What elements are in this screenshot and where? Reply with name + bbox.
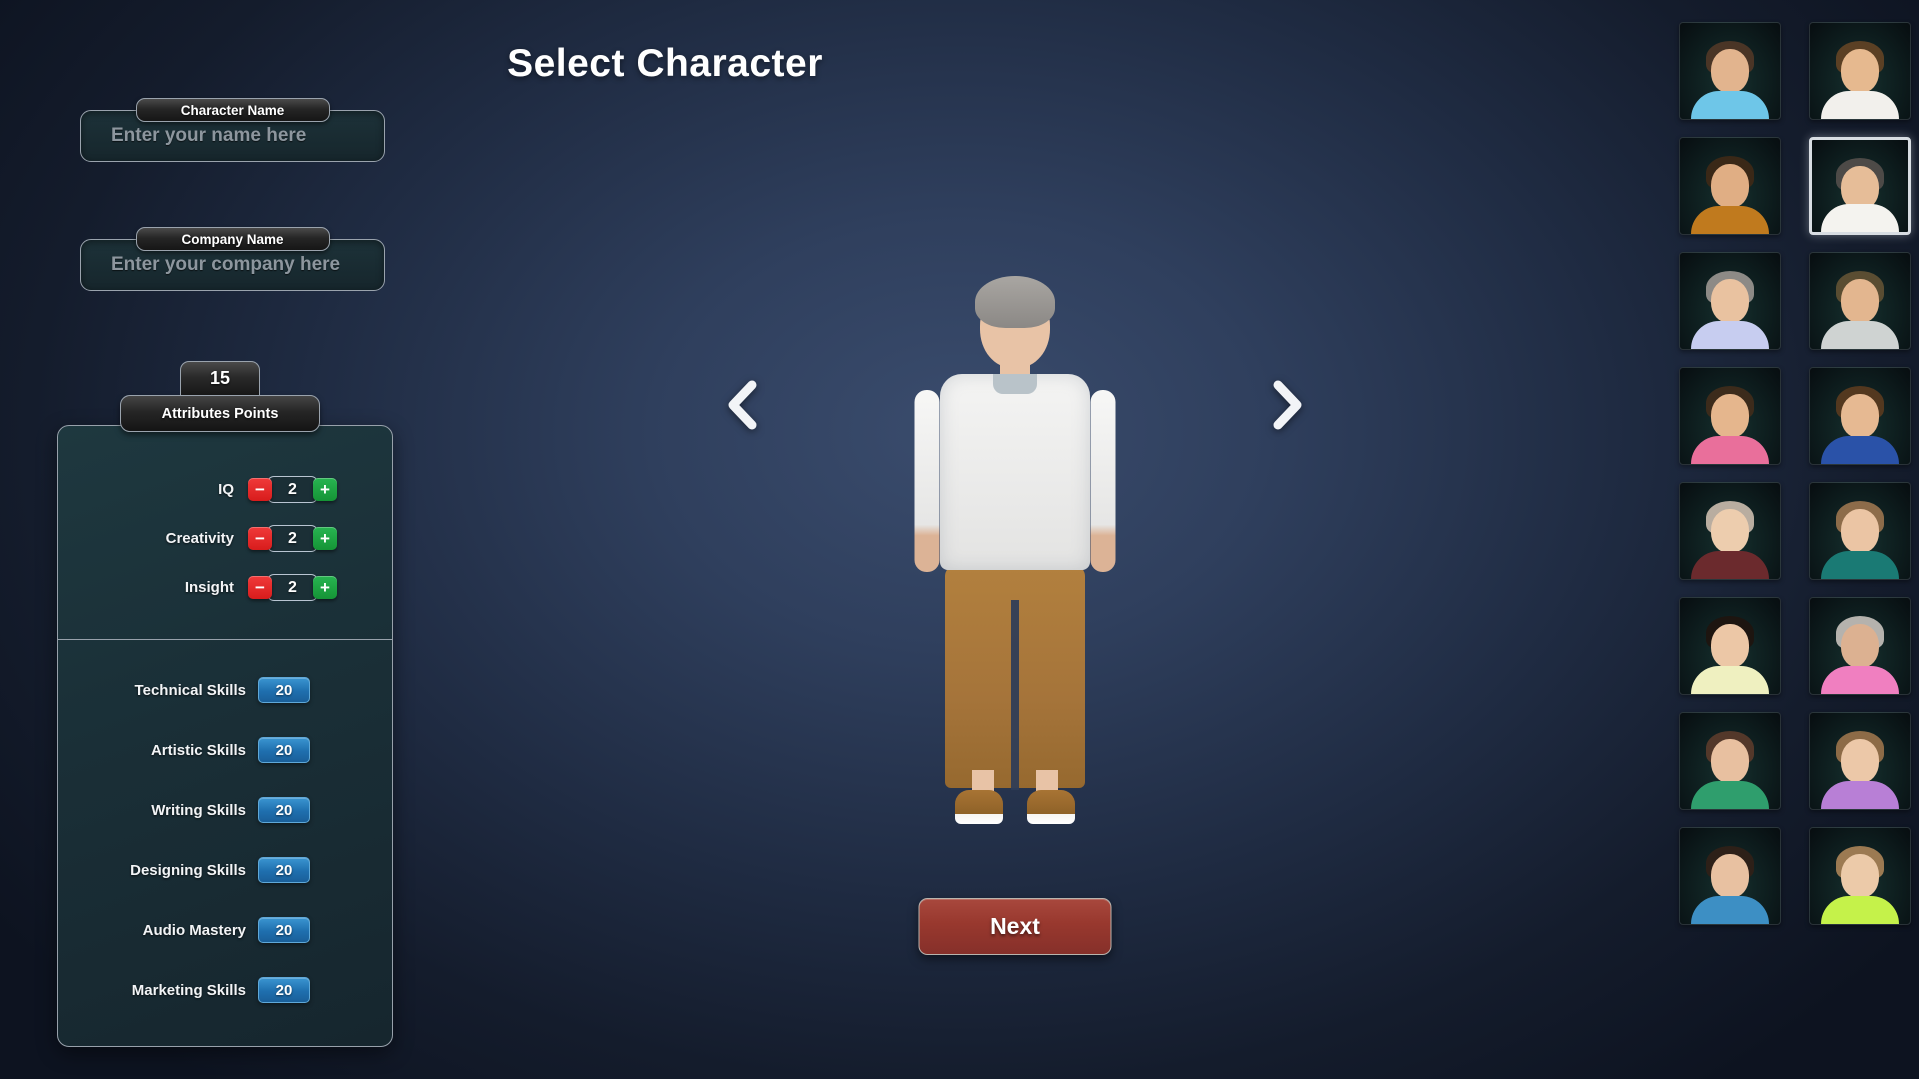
character-thumbnail[interactable] [1809, 22, 1911, 120]
character-thumbnail[interactable] [1679, 22, 1781, 120]
character-thumbnail[interactable] [1809, 252, 1911, 350]
skill-value-writing: 20 [258, 797, 310, 823]
attribute-row-creativity: Creativity − 2 + [58, 525, 392, 552]
skill-value-marketing: 20 [258, 977, 310, 1003]
character-name-label: Character Name [135, 98, 330, 122]
character-thumbnail[interactable] [1679, 482, 1781, 580]
character-preview-stage: Next [700, 0, 1330, 1079]
character-shirt [940, 374, 1090, 570]
character-arm-right [1090, 390, 1116, 572]
character-thumbnail[interactable] [1679, 597, 1781, 695]
plus-icon[interactable]: + [313, 478, 337, 501]
skill-row: Marketing Skills 20 [58, 960, 392, 1020]
attributes-points-label: Attributes Points [120, 395, 320, 432]
next-button[interactable]: Next [918, 898, 1112, 955]
character-arm-left [914, 390, 940, 572]
skills-section: Technical Skills 20 Artistic Skills 20 W… [58, 640, 392, 1020]
minus-icon[interactable]: − [248, 576, 272, 599]
minus-icon[interactable]: − [248, 527, 272, 550]
attribute-label-creativity: Creativity [165, 530, 234, 547]
stats-panel: IQ − 2 + Creativity − 2 + Insight − 2 + … [57, 425, 393, 1047]
skill-label-artistic: Artistic Skills [150, 741, 246, 759]
attribute-label-iq: IQ [218, 481, 234, 498]
attribute-stepper-iq: − 2 + [248, 476, 337, 503]
skill-label-designing: Designing Skills [130, 861, 246, 879]
character-thumbnail[interactable] [1809, 712, 1911, 810]
skill-value-designing: 20 [258, 857, 310, 883]
attributes-section: IQ − 2 + Creativity − 2 + Insight − 2 + [58, 426, 392, 640]
character-thumbnail[interactable] [1809, 367, 1911, 465]
skill-label-audio: Audio Mastery [142, 921, 246, 939]
character-name-field-group: Character Name Enter your name here [80, 98, 385, 162]
attributes-points-header: 15 Attributes Points [120, 361, 320, 432]
skill-row: Writing Skills 20 [58, 780, 392, 840]
character-model [700, 270, 1330, 860]
skill-value-artistic: 20 [258, 737, 310, 763]
character-thumbnail[interactable] [1679, 712, 1781, 810]
attributes-points-value: 15 [180, 361, 260, 395]
attribute-row-iq: IQ − 2 + [58, 476, 392, 503]
skill-row: Designing Skills 20 [58, 840, 392, 900]
character-leg-gap [1011, 600, 1019, 790]
company-name-label: Company Name [135, 227, 330, 251]
skill-label-technical: Technical Skills [134, 681, 246, 699]
minus-icon[interactable]: − [248, 478, 272, 501]
skill-label-writing: Writing Skills [151, 801, 246, 819]
skill-label-marketing: Marketing Skills [131, 981, 246, 999]
plus-icon[interactable]: + [313, 576, 337, 599]
skill-value-audio: 20 [258, 917, 310, 943]
character-config-panel: Character Name Enter your name here Comp… [0, 0, 400, 1079]
skill-row: Audio Mastery 20 [58, 900, 392, 960]
company-name-field-group: Company Name Enter your company here [80, 227, 385, 291]
skill-row: Technical Skills 20 [58, 660, 392, 720]
attribute-value-insight[interactable]: 2 [267, 574, 318, 601]
character-thumbnail[interactable] [1679, 252, 1781, 350]
character-thumbnail[interactable] [1809, 827, 1911, 925]
character-collar [993, 374, 1037, 394]
character-thumbnail[interactable] [1809, 137, 1911, 235]
attribute-row-insight: Insight − 2 + [58, 574, 392, 601]
attribute-value-creativity[interactable]: 2 [267, 525, 318, 552]
attribute-label-insight: Insight [184, 579, 234, 596]
character-thumbnail-grid [1679, 22, 1911, 925]
company-name-placeholder: Enter your company here [111, 254, 341, 275]
character-thumbnail[interactable] [1679, 827, 1781, 925]
attribute-stepper-insight: − 2 + [248, 574, 337, 601]
plus-icon[interactable]: + [313, 527, 337, 550]
skill-value-technical: 20 [258, 677, 310, 703]
character-shoe-left [955, 790, 1003, 824]
attribute-stepper-creativity: − 2 + [248, 525, 337, 552]
character-thumbnail[interactable] [1679, 367, 1781, 465]
character-thumbnail[interactable] [1809, 482, 1911, 580]
character-thumbnail[interactable] [1679, 137, 1781, 235]
character-shoe-right [1027, 790, 1075, 824]
skill-row: Artistic Skills 20 [58, 720, 392, 780]
character-name-placeholder: Enter your name here [111, 125, 307, 146]
character-thumbnail[interactable] [1809, 597, 1911, 695]
attribute-value-iq[interactable]: 2 [267, 476, 318, 503]
character-hair [975, 276, 1055, 328]
